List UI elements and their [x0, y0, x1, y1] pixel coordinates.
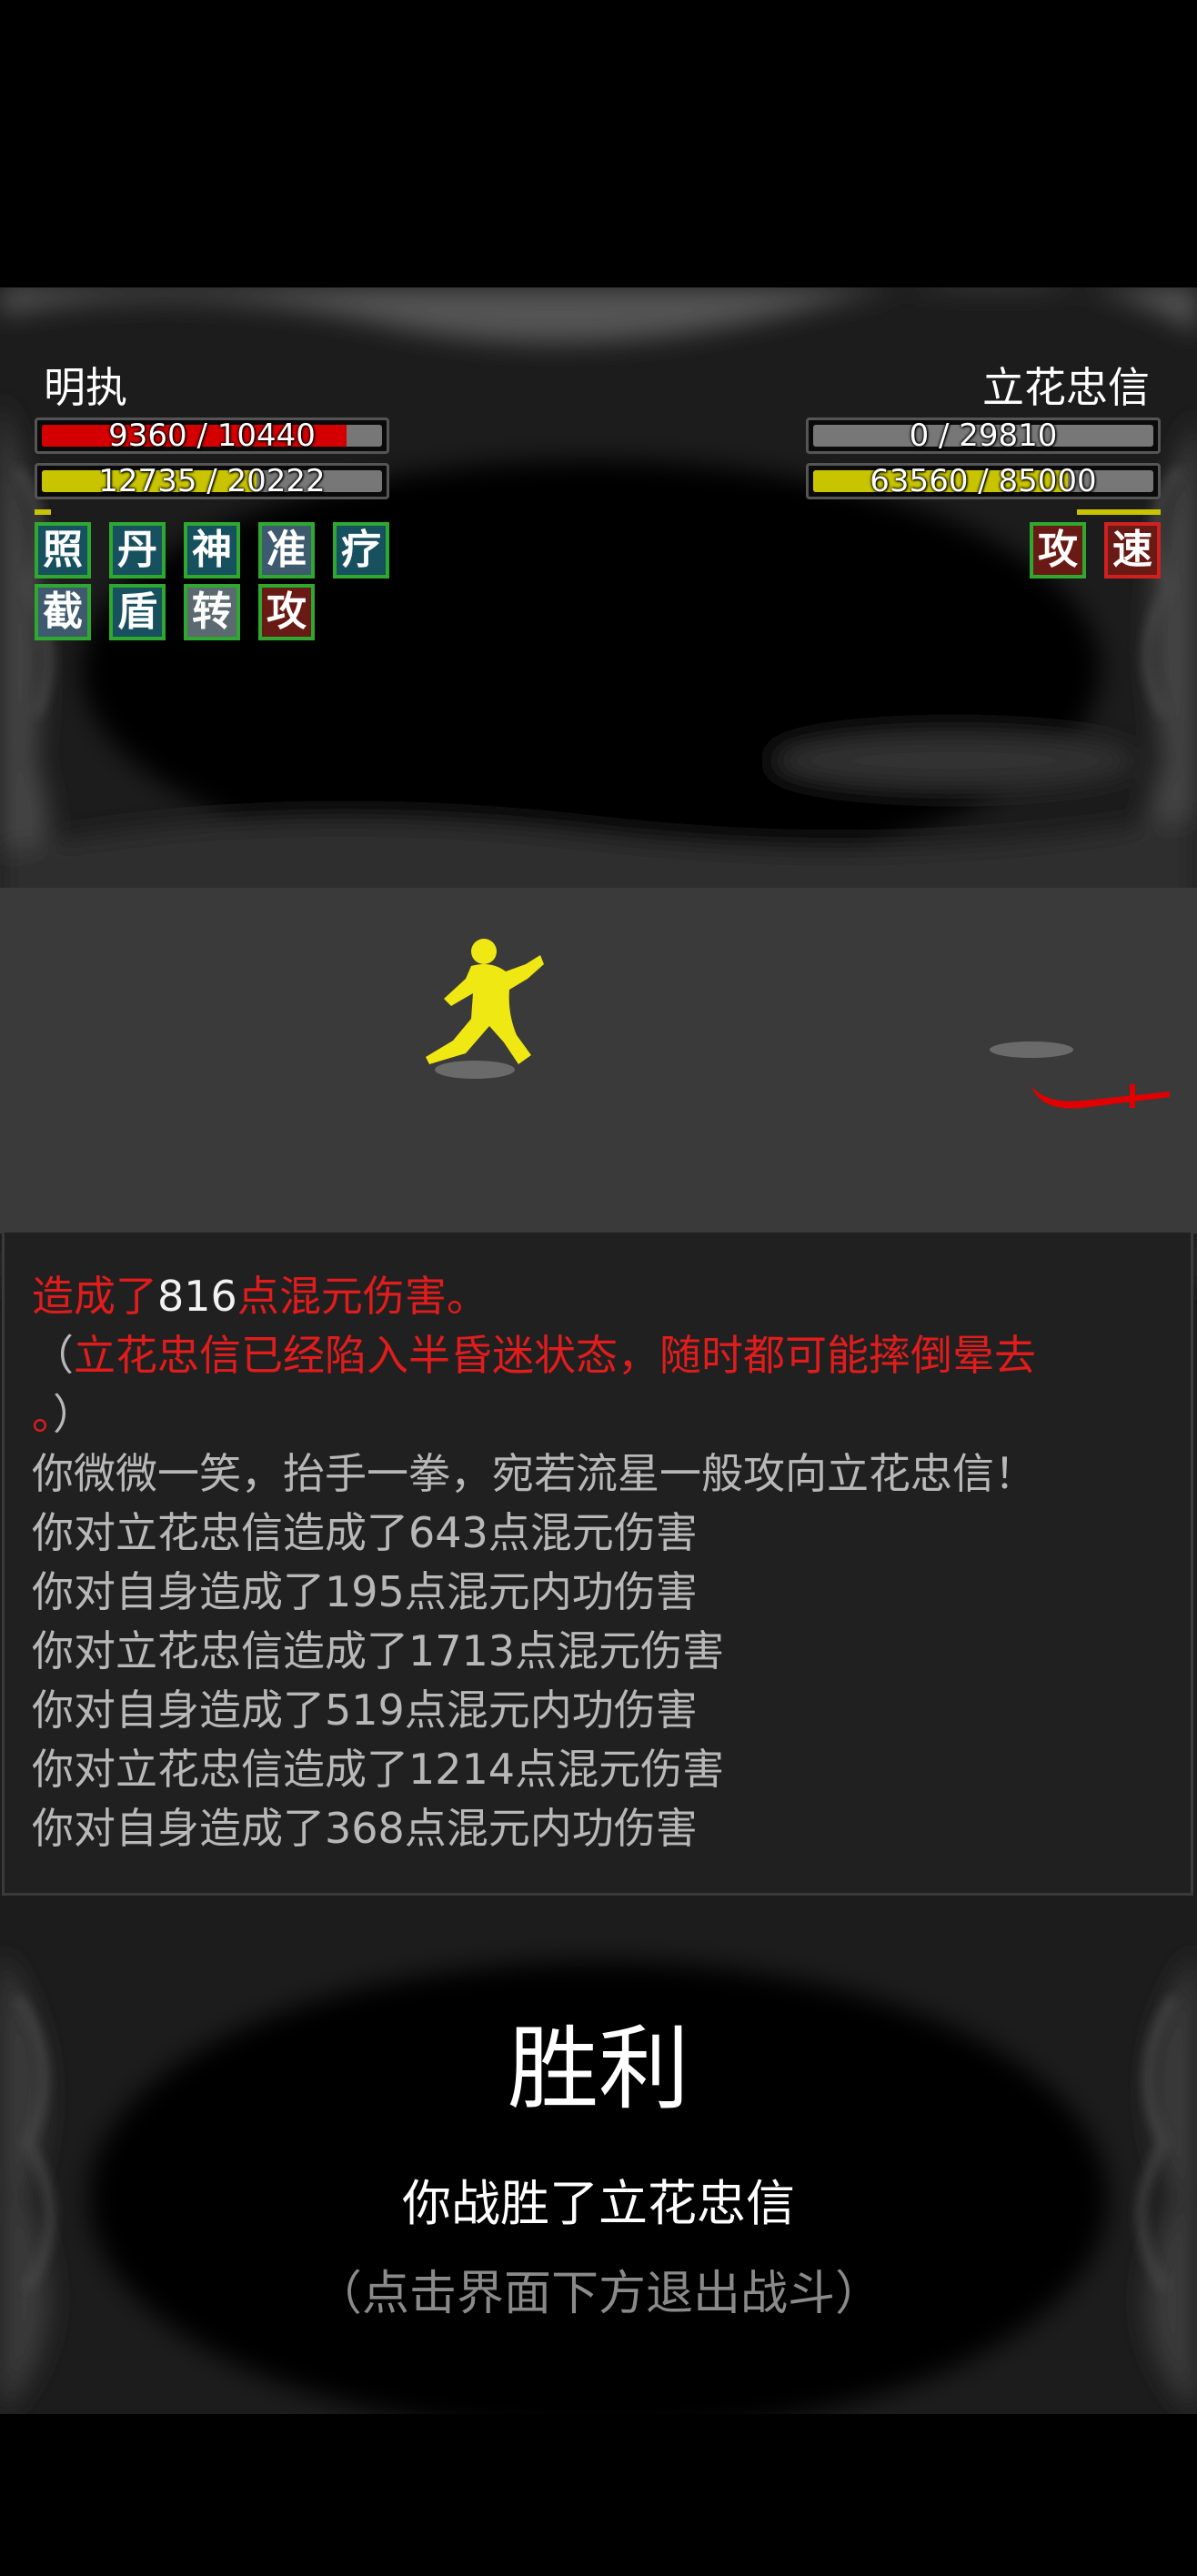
- player-buff[interactable]: 转: [184, 584, 240, 640]
- victory-subtitle: 你战胜了立花忠信: [402, 2175, 795, 2232]
- player-buff[interactable]: 丹: [109, 522, 166, 579]
- log-line: 你对立花忠信造成了643点混元伤害: [32, 1508, 698, 1557]
- victory-title: 胜利: [508, 2016, 689, 2122]
- log-line: 你对立花忠信造成了1214点混元伤害: [32, 1745, 725, 1794]
- player-mp-bar: 12735 / 20222: [35, 463, 389, 499]
- enemy-hp-text: 0 / 29810: [909, 418, 1058, 454]
- enemy-character-sprite: [990, 1041, 1170, 1109]
- player-hp-text: 9360 / 10440: [108, 418, 316, 454]
- log-line: 。）: [32, 1390, 95, 1439]
- player-turn-marker: [35, 509, 51, 515]
- player-buff[interactable]: 准: [258, 522, 315, 579]
- log-line: （立花忠信已经陷入半昏迷状态，随时都可能摔倒晕去: [32, 1331, 1036, 1380]
- log-line: 你对自身造成了519点混元内功伤害: [32, 1685, 698, 1735]
- enemy-turn-marker: [1077, 509, 1161, 515]
- player-buff[interactable]: 照: [35, 522, 91, 579]
- player-buff[interactable]: 盾: [109, 584, 166, 640]
- sword-icon: [1031, 1086, 1170, 1109]
- player-buff[interactable]: 截: [35, 584, 91, 640]
- enemy-buff[interactable]: 攻: [1030, 522, 1086, 579]
- log-line: 你对自身造成了368点混元内功伤害: [32, 1804, 698, 1853]
- player-character-sprite: [426, 939, 544, 1079]
- player-hp-bar: 9360 / 10440: [35, 418, 389, 454]
- log-line: 你微微一笑，抬手一拳，宛若流星一般攻向立花忠信！: [32, 1449, 1036, 1498]
- player-name: 明执: [44, 363, 127, 412]
- log-line: 造成了816点混元伤害。: [32, 1272, 488, 1321]
- log-line: 你对立花忠信造成了1713点混元伤害: [32, 1626, 725, 1675]
- player-buff[interactable]: 攻: [258, 584, 315, 640]
- player-mp-text: 12735 / 20222: [98, 463, 326, 499]
- enemy-buff[interactable]: 速: [1104, 522, 1161, 579]
- exit-hint[interactable]: （点击界面下方退出战斗）: [0, 2265, 1197, 2323]
- enemy-hp-bar: 0 / 29810: [806, 418, 1161, 454]
- enemy-name: 立花忠信: [982, 363, 1150, 412]
- enemy-mp-bar: 63560 / 85000: [806, 463, 1161, 499]
- player-buff[interactable]: 神: [184, 522, 240, 579]
- battle-log[interactable]: 造成了816点混元伤害。 （立花忠信已经陷入半昏迷状态，随时都可能摔倒晕去 。）…: [2, 1230, 1193, 1896]
- log-line: 你对自身造成了195点混元内功伤害: [32, 1567, 698, 1616]
- player-buff[interactable]: 疗: [333, 522, 389, 579]
- enemy-mp-text: 63560 / 85000: [870, 463, 1097, 499]
